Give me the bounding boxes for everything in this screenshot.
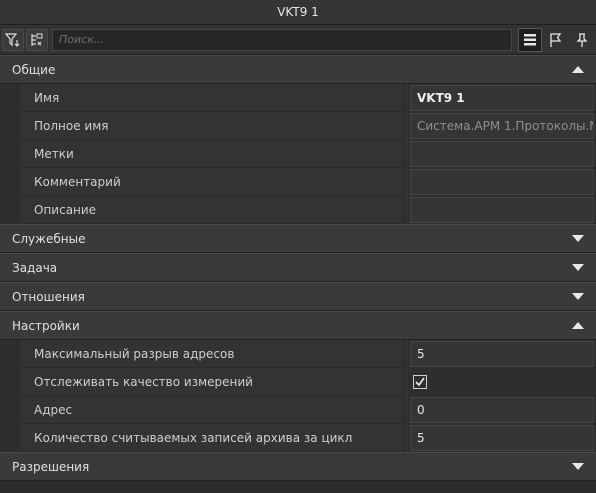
chevron-up-icon[interactable]	[572, 66, 584, 73]
column-splitter[interactable]	[402, 140, 410, 168]
column-splitter[interactable]	[402, 168, 410, 196]
column-splitter[interactable]	[402, 396, 410, 424]
property-label: Метки	[20, 140, 402, 168]
property-label: Имя	[20, 84, 402, 112]
property-row: Описание	[0, 196, 596, 224]
section-title: Общие	[12, 62, 56, 77]
description-field[interactable]	[410, 197, 594, 223]
checkmark-icon	[415, 377, 425, 387]
property-label: Описание	[20, 196, 402, 224]
section-service-header[interactable]: Служебные	[0, 224, 596, 253]
pin-button[interactable]	[570, 28, 594, 52]
property-label: Полное имя	[20, 112, 402, 140]
max-address-gap-field[interactable]: 5	[410, 341, 594, 367]
column-splitter[interactable]	[402, 368, 410, 396]
section-title: Задача	[12, 260, 58, 275]
section-title: Отношения	[12, 289, 85, 304]
quality-tracking-checkbox[interactable]	[413, 375, 427, 389]
full-name-field: Система.АРМ 1.Протоколы.Мо	[410, 113, 594, 139]
name-field[interactable]: VKT9 1	[410, 85, 594, 111]
property-row: Комментарий	[0, 168, 596, 196]
search-input[interactable]	[52, 28, 512, 51]
chevron-down-icon[interactable]	[572, 293, 584, 300]
archive-records-per-cycle-field[interactable]: 5	[410, 425, 594, 451]
property-row: Метки	[0, 140, 596, 168]
section-title: Служебные	[12, 231, 86, 246]
section-task-header[interactable]: Задача	[0, 253, 596, 282]
column-splitter[interactable]	[402, 196, 410, 224]
column-splitter[interactable]	[402, 340, 410, 368]
list-view-button[interactable]	[518, 27, 542, 52]
collapse-tree-icon	[31, 33, 43, 46]
column-splitter[interactable]	[402, 84, 410, 112]
filter-button[interactable]	[2, 28, 24, 51]
property-row: Отслеживать качество измерений	[0, 368, 596, 396]
section-relations-header[interactable]: Отношения	[0, 282, 596, 311]
address-field[interactable]: 0	[410, 397, 594, 423]
property-row: Количество считываемых записей архива за…	[0, 424, 596, 452]
property-label: Отслеживать качество измерений	[20, 368, 402, 396]
window-title: VKT9 1	[0, 0, 596, 25]
section-settings-header[interactable]: Настройки	[0, 311, 596, 340]
section-permissions-header[interactable]: Разрешения	[0, 452, 596, 481]
property-row: Адрес 0	[0, 396, 596, 424]
column-splitter[interactable]	[402, 112, 410, 140]
chevron-up-icon[interactable]	[572, 322, 584, 329]
chevron-down-icon[interactable]	[572, 235, 584, 242]
section-title: Настройки	[12, 318, 80, 333]
property-row: Полное имя Система.АРМ 1.Протоколы.Мо	[0, 112, 596, 140]
quality-tracking-cell	[410, 369, 594, 395]
chevron-down-icon[interactable]	[572, 463, 584, 470]
property-label: Максимальный разрыв адресов	[20, 340, 402, 368]
flag-button[interactable]	[544, 28, 568, 52]
column-splitter[interactable]	[402, 424, 410, 452]
tags-field[interactable]	[410, 141, 594, 167]
toolbar	[0, 25, 596, 55]
property-label: Адрес	[20, 396, 402, 424]
property-label: Комментарий	[20, 168, 402, 196]
property-row: Имя VKT9 1	[0, 84, 596, 112]
list-view-icon	[524, 33, 536, 45]
property-label: Количество считываемых записей архива за…	[20, 424, 402, 452]
section-general-header[interactable]: Общие	[0, 55, 596, 84]
filter-icon	[5, 32, 20, 47]
flag-icon	[550, 32, 562, 47]
chevron-down-icon[interactable]	[572, 264, 584, 271]
pin-icon	[576, 32, 588, 47]
collapse-tree-button[interactable]	[26, 28, 48, 51]
property-row: Максимальный разрыв адресов 5	[0, 340, 596, 368]
comment-field[interactable]	[410, 169, 594, 195]
section-title: Разрешения	[12, 459, 90, 474]
